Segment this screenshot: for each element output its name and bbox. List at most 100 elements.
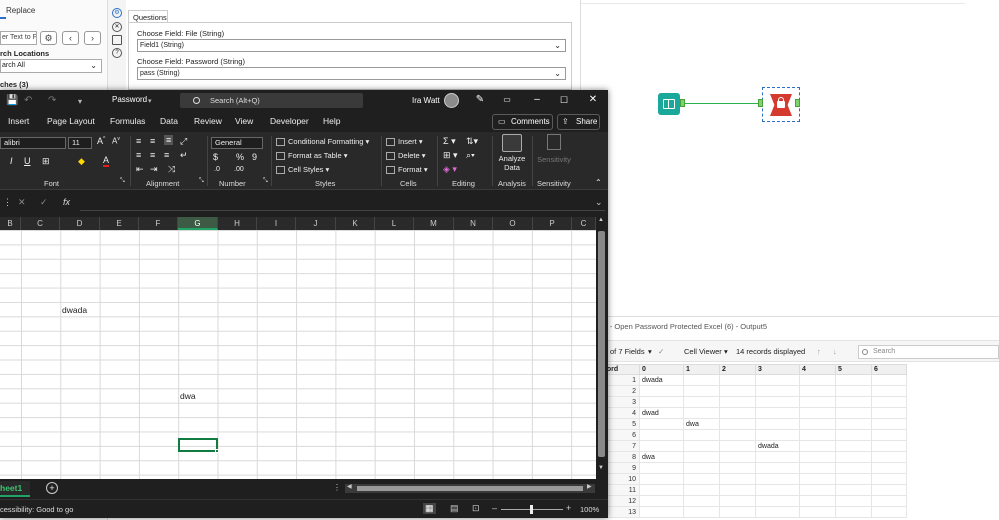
table-cell[interactable] — [719, 429, 756, 441]
text-direction-icon[interactable]: ⤨ — [168, 164, 175, 175]
horizontal-scrollbar[interactable]: ◀ ▶ — [345, 484, 595, 493]
minimize-button[interactable]: – — [530, 93, 544, 107]
ribbon-display-icon[interactable]: ▭ — [500, 93, 514, 107]
table-cell[interactable] — [871, 418, 907, 430]
user-name[interactable]: Ira Watt — [412, 96, 440, 105]
worksheet-grid[interactable]: dwada dwa — [0, 230, 596, 479]
table-cell[interactable] — [683, 429, 720, 441]
table-cell[interactable] — [755, 396, 800, 408]
input-anchor[interactable] — [758, 99, 763, 107]
table-cell[interactable] — [871, 407, 907, 419]
close-button[interactable]: ✕ — [586, 93, 600, 107]
table-row[interactable]: 13 — [600, 506, 907, 518]
column-header[interactable]: C — [572, 217, 596, 230]
tag-icon[interactable] — [112, 35, 122, 45]
increase-decimal-icon[interactable]: .0 — [214, 166, 220, 173]
table-cell[interactable] — [639, 396, 684, 408]
workbook-name[interactable]: Password — [112, 95, 147, 104]
table-cell[interactable] — [835, 374, 872, 386]
column-header[interactable]: C — [21, 217, 60, 230]
format-cells-button[interactable]: Format ▾ — [386, 165, 428, 175]
font-name-select[interactable]: alibri — [0, 137, 66, 149]
format-as-table-button[interactable]: Format as Table ▾ — [276, 151, 348, 161]
table-cell[interactable] — [755, 484, 800, 496]
autosum-icon[interactable]: Σ ▾ — [443, 136, 456, 147]
italic-icon[interactable]: I — [10, 156, 13, 166]
align-right-icon[interactable]: ≡ — [164, 150, 169, 160]
table-cell[interactable] — [755, 495, 800, 507]
table-cell[interactable] — [871, 429, 907, 441]
settings-gear-icon[interactable]: ⚙ — [112, 8, 122, 18]
table-cell[interactable] — [719, 473, 756, 485]
table-cell[interactable] — [683, 484, 720, 496]
table-row[interactable]: 4 dwad — [600, 407, 907, 419]
analyze-data-button[interactable]: Analyze Data — [495, 134, 529, 172]
arrow-down-icon[interactable]: ↓ — [833, 347, 837, 356]
column-header[interactable]: M — [414, 217, 454, 230]
column-header[interactable]: F — [139, 217, 178, 230]
table-cell[interactable] — [835, 451, 872, 463]
table-cell[interactable]: dwa — [639, 451, 684, 463]
table-cell[interactable] — [799, 473, 836, 485]
table-cell[interactable] — [639, 462, 684, 474]
dialog-launcher-icon[interactable]: ⤡ — [263, 178, 268, 185]
column-header[interactable]: N — [454, 217, 493, 230]
cell-styles-button[interactable]: Cell Styles ▾ — [276, 165, 329, 175]
cancel-icon[interactable]: ✕ — [18, 197, 26, 208]
table-cell[interactable] — [799, 440, 836, 452]
table-cell[interactable] — [871, 374, 907, 386]
add-sheet-button[interactable]: + — [46, 482, 58, 494]
table-cell[interactable] — [719, 495, 756, 507]
table-cell[interactable] — [755, 429, 800, 441]
cell-viewer-dropdown[interactable]: Cell Viewer — [684, 347, 722, 356]
annotation-icon[interactable]: ✕ — [112, 22, 122, 32]
percent-icon[interactable]: % — [236, 152, 244, 162]
table-cell[interactable] — [871, 462, 907, 474]
zoom-slider-thumb[interactable] — [530, 505, 533, 514]
column-header[interactable]: 6 — [871, 364, 907, 375]
table-cell[interactable] — [835, 495, 872, 507]
fill-handle[interactable] — [215, 449, 219, 453]
table-row[interactable]: 6 — [600, 429, 907, 441]
table-cell[interactable] — [639, 506, 684, 518]
tab-insert[interactable]: Insert — [8, 116, 29, 126]
table-row[interactable]: 3 — [600, 396, 907, 408]
table-row[interactable]: 2 — [600, 385, 907, 397]
table-cell[interactable] — [719, 407, 756, 419]
decrease-decimal-icon[interactable]: .00 — [234, 166, 244, 173]
table-row[interactable]: 9 — [600, 462, 907, 474]
table-cell[interactable] — [639, 385, 684, 397]
table-cell[interactable] — [871, 506, 907, 518]
zoom-level[interactable]: 100% — [580, 505, 599, 514]
table-cell[interactable] — [683, 385, 720, 397]
field-file-select[interactable]: Field1 (String) ⌄ — [137, 39, 566, 52]
search-box[interactable]: Search (Alt+Q) — [180, 93, 363, 108]
column-header[interactable]: D — [60, 217, 100, 230]
field-password-select[interactable]: pass (String) ⌄ — [137, 67, 566, 80]
table-cell[interactable] — [835, 396, 872, 408]
collapse-ribbon-icon[interactable]: ⌃ — [595, 178, 602, 187]
table-cell[interactable] — [835, 407, 872, 419]
scroll-thumb[interactable] — [357, 486, 583, 491]
align-bottom-icon[interactable]: ≡ — [164, 135, 174, 145]
column-header[interactable]: L — [375, 217, 414, 230]
table-cell[interactable] — [683, 374, 720, 386]
scroll-left-icon[interactable]: ◀ — [347, 483, 352, 490]
find-text-input[interactable]: er Text to F — [0, 31, 37, 45]
accessibility-status[interactable]: cessibility: Good to go — [0, 505, 73, 514]
insert-function-icon[interactable]: fx — [63, 197, 70, 207]
scroll-thumb[interactable] — [598, 231, 605, 457]
currency-icon[interactable]: $ — [213, 152, 218, 162]
zoom-out-icon[interactable]: – — [492, 503, 497, 513]
column-header[interactable]: 1 — [683, 364, 720, 375]
avatar[interactable] — [444, 93, 459, 108]
insert-cells-button[interactable]: Insert ▾ — [386, 137, 423, 147]
table-cell[interactable] — [683, 506, 720, 518]
table-row[interactable]: 5 dwa — [600, 418, 907, 430]
normal-view-icon[interactable]: ▦ — [423, 503, 436, 514]
increase-font-icon[interactable]: A^ — [97, 136, 105, 146]
column-header[interactable]: 3 — [755, 364, 800, 375]
column-header[interactable]: 5 — [835, 364, 872, 375]
align-top-icon[interactable]: ≡ — [136, 136, 141, 146]
column-header[interactable]: 4 — [799, 364, 836, 375]
